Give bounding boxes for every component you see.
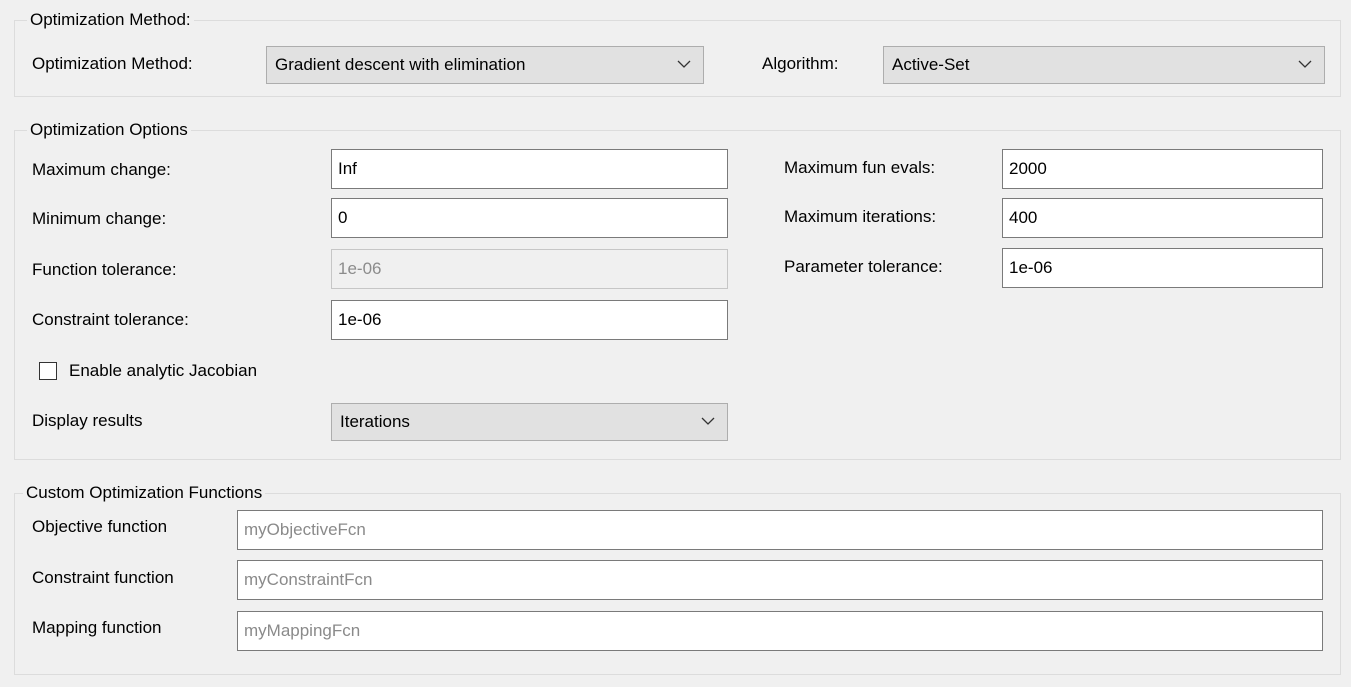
- chevron-down-icon: [701, 417, 715, 425]
- optimization-method-dropdown[interactable]: Gradient descent with elimination: [266, 46, 704, 84]
- parameter-tolerance-label: Parameter tolerance:: [784, 257, 943, 276]
- parameter-tolerance-field[interactable]: 1e-06: [1002, 248, 1323, 288]
- maximum-iterations-field[interactable]: 400: [1002, 198, 1323, 238]
- function-tolerance-field: 1e-06: [331, 249, 728, 289]
- algorithm-value: Active-Set: [892, 55, 970, 74]
- algorithm-label: Algorithm:: [762, 54, 839, 73]
- objective-function-field[interactable]: myObjectiveFcn: [237, 510, 1323, 550]
- group-title: Custom Optimization Functions: [23, 483, 266, 503]
- group-title: Optimization Options: [27, 120, 191, 140]
- custom-functions-group: Custom Optimization Functions Objective …: [14, 483, 1341, 675]
- maximum-fun-evals-field[interactable]: 2000: [1002, 149, 1323, 189]
- mapping-function-field[interactable]: myMappingFcn: [237, 611, 1323, 651]
- analytic-jacobian-label[interactable]: Enable analytic Jacobian: [69, 361, 257, 381]
- maximum-change-label: Maximum change:: [32, 160, 171, 179]
- display-results-dropdown[interactable]: Iterations: [331, 403, 728, 441]
- maximum-change-field[interactable]: Inf: [331, 149, 728, 189]
- maximum-fun-evals-label: Maximum fun evals:: [784, 158, 936, 177]
- objective-function-label: Objective function: [32, 517, 168, 536]
- minimum-change-label: Minimum change:: [32, 209, 167, 228]
- maximum-iterations-label: Maximum iterations:: [784, 207, 937, 226]
- optimization-options-group: Optimization Options Maximum change: Inf…: [14, 120, 1341, 460]
- analytic-jacobian-checkbox[interactable]: [39, 362, 57, 380]
- constraint-function-field[interactable]: myConstraintFcn: [237, 560, 1323, 600]
- display-results-label: Display results: [32, 411, 143, 430]
- algorithm-dropdown[interactable]: Active-Set: [883, 46, 1325, 84]
- optimization-method-value: Gradient descent with elimination: [275, 55, 526, 74]
- optimization-method-group: Optimization Method: Optimization Method…: [14, 10, 1341, 97]
- chevron-down-icon: [677, 60, 691, 68]
- group-title: Optimization Method:: [27, 10, 194, 30]
- minimum-change-field[interactable]: 0: [331, 198, 728, 238]
- chevron-down-icon: [1298, 60, 1312, 68]
- mapping-function-label: Mapping function: [32, 618, 162, 637]
- display-results-value: Iterations: [340, 412, 410, 431]
- constraint-tolerance-field[interactable]: 1e-06: [331, 300, 728, 340]
- constraint-function-label: Constraint function: [32, 568, 174, 587]
- optimization-method-label: Optimization Method:: [32, 54, 193, 73]
- constraint-tolerance-label: Constraint tolerance:: [32, 310, 189, 329]
- function-tolerance-label: Function tolerance:: [32, 260, 177, 279]
